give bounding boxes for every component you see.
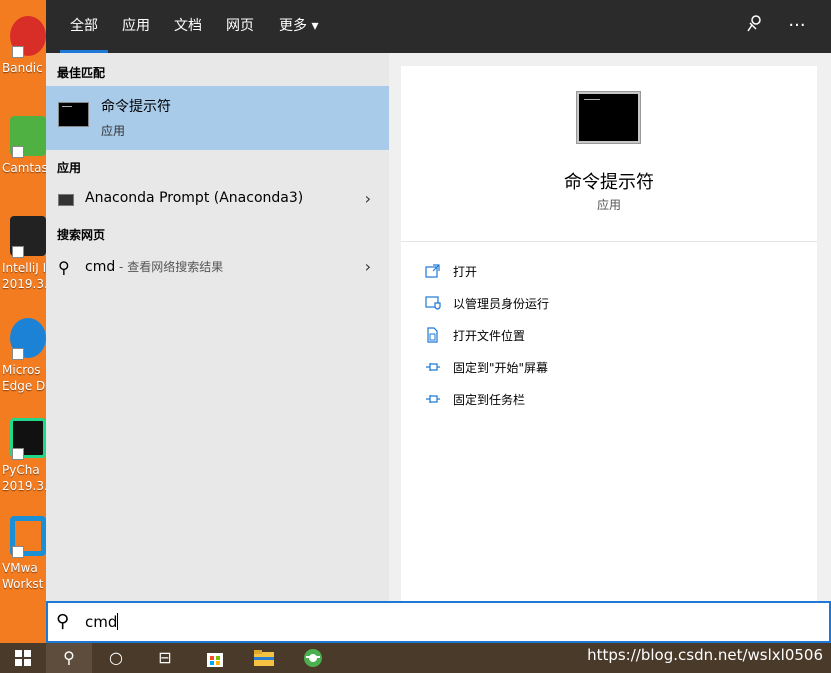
search-icon: ⚲ <box>63 648 75 667</box>
start-button[interactable] <box>0 643 46 673</box>
desktop: Bandic Camtas IntelliJ I 2019.3.3 Micros… <box>0 0 46 643</box>
shortcut-arrow-icon <box>12 146 24 158</box>
desktop-icon-label: Micros Edge D <box>2 363 46 393</box>
chevron-right-icon[interactable]: › <box>365 189 371 208</box>
best-match-header: 最佳匹配 <box>57 66 106 80</box>
desktop-icon-label: IntelliJ I 2019.3.3 <box>2 261 46 291</box>
text-caret <box>117 613 119 630</box>
desktop-icon-label: PyCha 2019.3.3 <box>2 463 46 493</box>
detail-subtitle: 应用 <box>596 198 621 212</box>
pin-icon <box>425 391 441 407</box>
windows-logo-icon <box>15 650 31 666</box>
shortcut-arrow-icon <box>12 546 24 558</box>
web-search-header: 搜索网页 <box>57 228 106 242</box>
search-value: cmd <box>85 613 118 631</box>
pin-icon <box>425 359 441 375</box>
list-item-anaconda-prompt[interactable]: Anaconda Prompt (Anaconda3) › <box>46 183 389 217</box>
best-match-item[interactable]: 命令提示符 应用 <box>46 86 389 150</box>
folder-icon <box>254 650 274 666</box>
desktop-icon-label: Camtas <box>2 161 46 175</box>
shortcut-arrow-icon <box>12 46 24 58</box>
search-panel: 全部 应用 文档 网页 更多 ▾ ··· 最佳匹配 命令提示符 应用 应用 An… <box>46 0 831 643</box>
action-label: 以管理员身份运行 <box>453 297 550 311</box>
search-box[interactable]: ⚲ cmd <box>46 601 831 643</box>
store-app-button[interactable] <box>192 643 238 673</box>
search-taskbar-button[interactable]: ⚲ <box>46 643 92 673</box>
browser-icon <box>304 649 322 667</box>
tab-more[interactable]: 更多 ▾ <box>279 0 318 53</box>
shortcut-arrow-icon <box>12 348 24 360</box>
tab-web[interactable]: 网页 <box>226 0 254 53</box>
watermark-url: https://blog.csdn.net/wslxl0506 <box>587 646 823 664</box>
action-label: 固定到任务栏 <box>453 393 526 407</box>
web-query: cmd <box>85 259 116 275</box>
cortana-icon: ○ <box>109 648 123 667</box>
feedback-icon[interactable] <box>743 14 767 38</box>
taskbar: ⚲ ○ ⊟ https://blog.csdn.net/wslxl0506 <box>0 643 831 673</box>
action-label: 固定到"开始"屏幕 <box>453 361 549 375</box>
file-explorer-button[interactable] <box>241 643 287 673</box>
action-label: 打开文件位置 <box>453 329 526 343</box>
shield-icon <box>425 295 441 311</box>
store-icon <box>207 653 223 667</box>
action-label: 打开 <box>453 265 478 279</box>
search-input[interactable]: cmd <box>85 613 119 631</box>
tab-documents[interactable]: 文档 <box>174 0 202 53</box>
file-location-icon <box>425 327 441 343</box>
command-prompt-icon <box>58 102 89 127</box>
browser-button[interactable] <box>290 643 336 673</box>
cortana-button[interactable]: ○ <box>93 643 139 673</box>
shortcut-arrow-icon <box>12 246 24 258</box>
command-prompt-icon <box>577 92 640 143</box>
tab-apps[interactable]: 应用 <box>122 0 150 53</box>
detail-pane: 命令提示符 应用 打开 以管理员身份运行 打开文件位置 固定到"开始"屏幕 固定… <box>401 66 817 601</box>
best-match-subtitle: 应用 <box>101 124 126 138</box>
anaconda-prompt-icon <box>58 194 74 206</box>
shortcut-arrow-icon <box>12 448 24 460</box>
results-list: 最佳匹配 命令提示符 应用 应用 Anaconda Prompt (Anacon… <box>46 53 389 601</box>
desktop-icon-label: Bandic <box>2 61 43 75</box>
list-item-label: Anaconda Prompt (Anaconda3) <box>85 190 304 206</box>
task-view-icon: ⊟ <box>158 648 172 667</box>
search-icon: ⚲ <box>56 611 70 632</box>
open-icon <box>425 263 441 279</box>
desktop-icon-label: VMwa Workst <box>2 561 44 591</box>
tab-all[interactable]: 全部 <box>60 0 108 53</box>
best-match-title: 命令提示符 <box>101 99 171 115</box>
list-item-web-search[interactable]: ⚲ cmd - 查看网络搜索结果 › <box>46 251 389 285</box>
apps-header: 应用 <box>57 161 82 175</box>
task-view-button[interactable]: ⊟ <box>142 643 188 673</box>
search-icon: ⚲ <box>58 258 70 277</box>
list-item-label: cmd - 查看网络搜索结果 <box>85 258 223 275</box>
divider <box>401 241 817 242</box>
search-scope-bar: 全部 应用 文档 网页 更多 ▾ ··· <box>46 0 831 53</box>
chevron-right-icon[interactable]: › <box>365 257 371 276</box>
ellipsis-icon[interactable]: ··· <box>785 14 809 38</box>
detail-title: 命令提示符 <box>564 172 654 193</box>
web-hint: - 查看网络搜索结果 <box>115 260 224 274</box>
